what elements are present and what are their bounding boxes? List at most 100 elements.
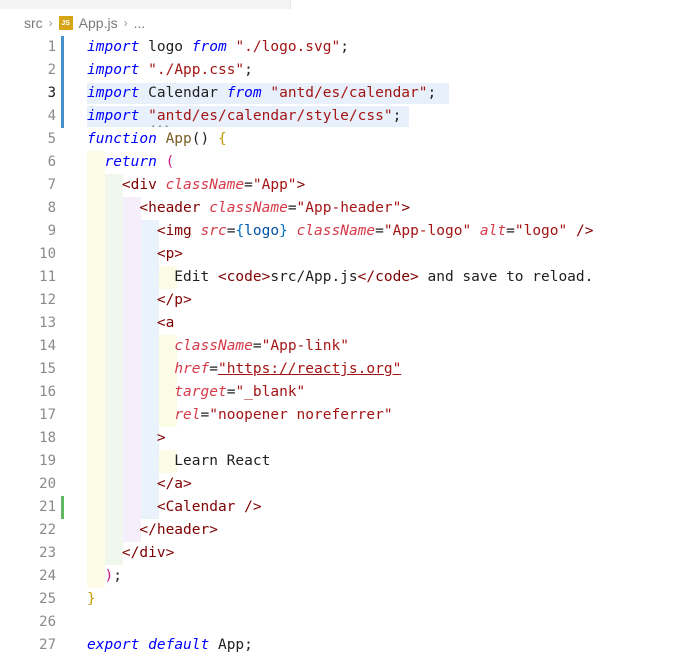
code-token: "antd/es/calendar/style/css" xyxy=(148,108,393,124)
code-line[interactable]: export default App; xyxy=(87,634,253,657)
line-number: 27 xyxy=(39,637,56,653)
code-line[interactable]: <header className="App-header"> xyxy=(87,197,410,220)
code-token: } xyxy=(87,591,96,607)
code-hint-ellipsis[interactable]: ... xyxy=(150,117,170,130)
code-line[interactable]: function App() { xyxy=(87,128,227,151)
code-token: { xyxy=(217,131,227,147)
code-line[interactable]: </a> xyxy=(87,473,192,496)
line-number: 2 xyxy=(47,62,56,78)
code-token: = xyxy=(252,338,262,354)
code-token: target xyxy=(174,384,227,400)
code-token: <Calendar xyxy=(156,499,236,515)
code-token: = xyxy=(209,361,218,377)
code-line[interactable]: <img src={logo} className="App-logo" alt… xyxy=(87,220,594,243)
code-line[interactable]: ); xyxy=(87,565,122,588)
breadcrumb-folder[interactable]: src xyxy=(24,15,43,31)
code-token: } xyxy=(279,223,288,239)
code-token: Learn React xyxy=(87,453,271,469)
code-line[interactable]: <p> xyxy=(87,243,183,266)
line-number: 15 xyxy=(39,361,56,377)
code-line[interactable]: Learn React xyxy=(87,450,270,473)
code-token: > xyxy=(156,430,166,446)
code-line[interactable]: </header> xyxy=(87,519,218,542)
code-token: ; xyxy=(113,568,122,584)
code-token: src xyxy=(200,223,227,239)
code-line[interactable]: import Calendar from "antd/es/calendar"; xyxy=(87,82,436,105)
breadcrumb-more[interactable]: ... xyxy=(134,15,146,31)
gutter-added-marker xyxy=(61,496,64,519)
line-number: 22 xyxy=(39,522,56,538)
code-line[interactable]: > xyxy=(87,427,166,450)
code-token: <code> xyxy=(217,269,271,285)
code-token: = xyxy=(375,223,384,239)
line-number: 12 xyxy=(39,292,56,308)
code-token: and save to reload. xyxy=(418,269,594,285)
code-token: Edit xyxy=(87,269,218,285)
code-token: alt xyxy=(479,223,507,239)
code-line[interactable]: return ( xyxy=(87,151,174,174)
code-token: App; xyxy=(209,637,253,653)
code-token: rel xyxy=(174,407,201,423)
code-token: </div> xyxy=(121,545,175,561)
gutter-modified-marker xyxy=(61,36,64,128)
code-token: "antd/es/calendar" xyxy=(270,85,428,101)
code-line[interactable]: <a xyxy=(87,312,174,335)
code-token: "App-logo" xyxy=(383,223,472,239)
code-line[interactable]: } xyxy=(87,588,96,611)
line-number: 14 xyxy=(39,338,56,354)
line-number: 1 xyxy=(47,39,56,55)
code-line[interactable]: target="_blank" xyxy=(87,381,305,404)
code-token: export xyxy=(87,637,140,653)
code-token: default xyxy=(148,637,210,653)
code-line[interactable]: Edit <code>src/App.js</code> and save to… xyxy=(87,266,593,289)
code-line[interactable]: <Calendar /> xyxy=(87,496,262,519)
code-token: from xyxy=(191,39,227,55)
code-token: <a xyxy=(156,315,175,331)
line-number: 6 xyxy=(47,154,56,170)
code-line[interactable]: rel="noopener noreferrer" xyxy=(87,404,393,427)
code-line[interactable]: href="https://reactjs.org" xyxy=(87,358,401,381)
code-token: "_blank" xyxy=(235,384,306,400)
breadcrumb-file[interactable]: App.js xyxy=(79,15,118,31)
code-token: > xyxy=(296,177,306,193)
code-token: "noopener noreferrer" xyxy=(209,407,393,423)
line-number: 19 xyxy=(39,453,56,469)
code-token: ; xyxy=(392,108,402,124)
code-line[interactable]: import "./App.css"; xyxy=(87,59,253,82)
code-line[interactable]: </div> xyxy=(87,542,174,565)
code-token: src/App.js xyxy=(270,269,358,285)
code-line[interactable]: <div className="App"> xyxy=(87,174,305,197)
code-editor[interactable]: 1 2 3 4 5 6 7 8 9 10 11 12 13 14 15 16 17 18 19 20 21 22 23 24 2… xyxy=(0,36,689,653)
code-line[interactable]: import logo from "./logo.svg"; xyxy=(87,36,349,59)
code-line[interactable]: className="App-link" xyxy=(87,335,349,358)
code-token: <header xyxy=(139,200,201,216)
js-file-icon: JS xyxy=(58,16,73,30)
editor-tab[interactable] xyxy=(0,0,291,9)
code-token: </header> xyxy=(139,522,218,538)
code-token: </a> xyxy=(156,476,192,492)
code-token: = xyxy=(506,223,515,239)
chevron-right-icon: › xyxy=(48,16,53,30)
code-line[interactable]: import "antd/es/calendar/style/css"; xyxy=(87,105,401,128)
code-token: function xyxy=(87,131,157,147)
code-token: import xyxy=(87,39,140,55)
code-line[interactable]: </p> xyxy=(87,289,192,312)
